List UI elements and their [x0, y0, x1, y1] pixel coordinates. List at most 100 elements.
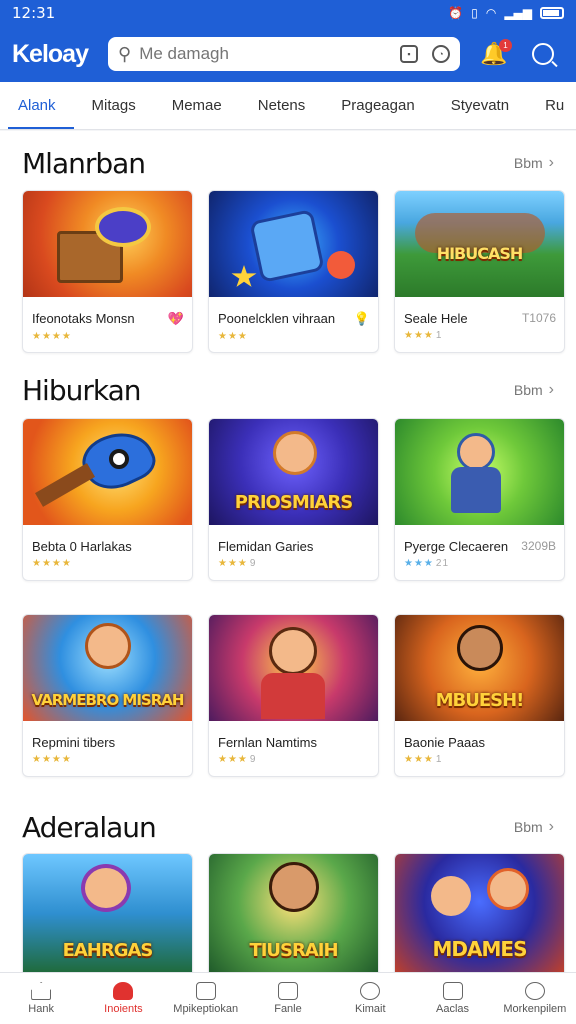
game-logo: HIBUCASH: [436, 244, 524, 263]
alarm-icon: ⏰: [448, 6, 464, 20]
rating-stars: ★★★ 9: [218, 558, 257, 569]
rating-stars: ★★★ 21: [404, 558, 450, 569]
game-logo: PRIOSMIARS: [234, 492, 353, 513]
game-size: 3209B: [521, 539, 556, 553]
game-card[interactable]: Ifeonotaks Monsn 💖 ★★★★: [22, 190, 193, 353]
tab-mitags[interactable]: Mitags: [74, 82, 154, 129]
see-all-link[interactable]: Bbm ›: [514, 818, 554, 836]
game-thumbnail: EAHRGAS: [23, 854, 192, 972]
game-thumbnail: [23, 419, 192, 525]
game-thumbnail: [395, 419, 564, 525]
nav-apps[interactable]: Mpikeptiokan: [165, 973, 247, 1024]
card-row: Ifeonotaks Monsn 💖 ★★★★ Poonelcklen vihra…: [22, 190, 565, 353]
game-title: Baonie Paaas: [404, 735, 485, 750]
voice-search-icon[interactable]: ◔: [432, 45, 450, 63]
tab-styevatn[interactable]: Styevatn: [433, 82, 527, 129]
section-title: Mlanrban: [22, 146, 146, 180]
game-card[interactable]: Fernlan Namtims ★★★ 9: [208, 614, 379, 777]
game-title: Bebta 0 Harlakas: [32, 539, 132, 554]
notification-badge: 1: [499, 39, 512, 52]
nav-label: Inoients: [104, 1003, 143, 1015]
apps-icon: [195, 982, 216, 1000]
game-card[interactable]: MBUESH! Baonie Paaas ★★★ 1: [394, 614, 565, 777]
section-hiburkan: Hiburkan Bbm ›: [0, 366, 576, 414]
category-tabs: Alank Mitags Memae Netens Prageagan Stye…: [0, 82, 576, 130]
nav-label: Mpikeptiokan: [173, 1003, 239, 1015]
nav-profile[interactable]: Morkenpilem: [494, 973, 576, 1024]
nav-label: Aaclas: [436, 1003, 470, 1015]
chevron-right-icon: ›: [548, 154, 554, 171]
scan-icon[interactable]: ▪: [400, 45, 418, 63]
game-thumbnail: [209, 615, 378, 721]
rating-stars: ★★★★: [32, 558, 72, 569]
game-card[interactable]: HIBUCASH Seale Hele T1076 ★★★ 1: [394, 190, 565, 353]
game-thumbnail: PRIOSMIARS: [209, 419, 378, 525]
see-all-link[interactable]: Bbm ›: [514, 381, 554, 399]
game-size: T1076: [521, 311, 556, 325]
rating-stars: ★★★ 1: [404, 754, 443, 765]
app-bar: Keloay ⚲ ▪ ◔ 🔔 1: [0, 26, 576, 82]
card-row: VARMEBRO MISRAH Repmini tibers ★★★★ Fern…: [22, 614, 565, 777]
nav-library[interactable]: Aaclas: [411, 973, 493, 1024]
profile-icon: [524, 982, 545, 1000]
chevron-right-icon: ›: [548, 381, 554, 398]
nav-chat[interactable]: Kimait: [329, 973, 411, 1024]
game-card[interactable]: EAHRGAS: [22, 853, 193, 972]
rating-stars: ★★★★: [32, 754, 72, 765]
library-icon: [442, 982, 463, 1000]
game-thumbnail: MBUESH!: [395, 615, 564, 721]
nav-home[interactable]: Hank: [0, 973, 82, 1024]
card-row: EAHRGAS TIUSRAIH MDAMES: [22, 853, 565, 972]
section-mlanrban: Mlanrban Bbm ›: [0, 139, 576, 187]
home-icon: [31, 982, 52, 1000]
game-thumbnail: MDAMES: [395, 854, 564, 972]
tab-prageagan[interactable]: Prageagan: [323, 82, 432, 129]
game-card[interactable]: PRIOSMIARS Flemidan Garies ★★★ 9: [208, 418, 379, 581]
status-icons: ⏰ ▯ ◠ ▂▄▆: [448, 6, 564, 20]
main-content[interactable]: Mlanrban Bbm › Ifeonotaks Monsn 💖 ★★★★ Poo…: [0, 131, 576, 972]
game-card[interactable]: TIUSRAIH: [208, 853, 379, 972]
game-title: Flemidan Garies: [218, 539, 314, 554]
game-card[interactable]: Poonelcklen vihraan 💡 ★★★: [208, 190, 379, 353]
chevron-right-icon: ›: [548, 818, 554, 835]
heart-icon: [113, 982, 134, 1000]
notification-button[interactable]: 🔔 1: [480, 39, 512, 67]
tab-memae[interactable]: Memae: [154, 82, 240, 129]
status-bar: 12:31 ⏰ ▯ ◠ ▂▄▆: [0, 0, 576, 26]
game-logo: MDAMES: [432, 937, 528, 961]
game-card[interactable]: Pyerge Clecaeren 3209B ★★★ 21: [394, 418, 565, 581]
game-logo: TIUSRAIH: [249, 940, 338, 961]
game-logo: VARMEBRO MISRAH: [31, 691, 185, 709]
bottom-navigation: Hank Inoients Mpikeptiokan Fanle Kimait …: [0, 972, 576, 1024]
chat-icon: [360, 982, 381, 1000]
tab-ru[interactable]: Ru: [527, 82, 576, 129]
nav-label: Hank: [28, 1003, 54, 1015]
game-thumbnail: VARMEBRO MISRAH: [23, 615, 192, 721]
game-thumbnail: TIUSRAIH: [209, 854, 378, 972]
games-icon: [277, 982, 298, 1000]
tab-netens[interactable]: Netens: [240, 82, 324, 129]
nav-games[interactable]: Fanle: [247, 973, 329, 1024]
see-all-link[interactable]: Bbm ›: [514, 154, 554, 172]
nav-inoients[interactable]: Inoients: [82, 973, 164, 1024]
status-time: 12:31: [12, 4, 56, 22]
rating-stars: ★★★★: [32, 331, 72, 342]
signal-icon: ▂▄▆: [504, 6, 532, 20]
game-card[interactable]: MDAMES: [394, 853, 565, 972]
app-logo[interactable]: Keloay: [12, 40, 102, 69]
section-title: Hiburkan: [22, 373, 141, 407]
game-title: Poonelcklen vihraan: [218, 311, 336, 326]
game-thumbnail: HIBUCASH: [395, 191, 564, 297]
rating-stars: ★★★: [218, 331, 248, 342]
game-card[interactable]: VARMEBRO MISRAH Repmini tibers ★★★★: [22, 614, 193, 777]
search-input[interactable]: [139, 44, 386, 64]
game-thumbnail: [209, 191, 378, 297]
search-button[interactable]: [532, 43, 554, 65]
search-box[interactable]: ⚲ ▪ ◔: [108, 37, 460, 71]
game-title: Fernlan Namtims: [218, 735, 317, 750]
section-aderalaun: Aderalaun Bbm ›: [0, 803, 576, 851]
nav-label: Kimait: [354, 1003, 386, 1015]
game-logo: EAHRGAS: [62, 940, 154, 961]
game-card[interactable]: Bebta 0 Harlakas ★★★★: [22, 418, 193, 581]
tab-alank[interactable]: Alank: [0, 82, 74, 129]
